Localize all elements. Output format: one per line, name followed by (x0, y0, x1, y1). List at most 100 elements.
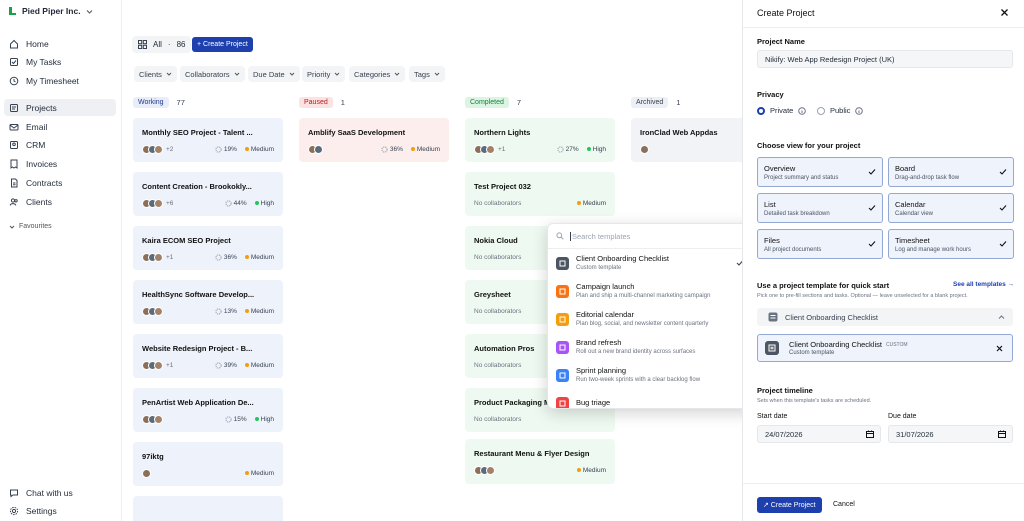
project-card[interactable]: Kaira ECOM SEO Project +1 36% Medium (133, 226, 283, 270)
timeline-label: Project timeline (757, 386, 813, 395)
project-card[interactable]: Test Project 032 No collaborators Medium (465, 172, 615, 216)
project-card[interactable]: Monthly SEO Project - Talent ... +2 19% Med… (133, 118, 283, 162)
search-icon (556, 232, 564, 240)
view-option-overview[interactable]: Overview Project summary and status (757, 157, 883, 187)
chevron-down-icon (434, 72, 440, 76)
filter-tags[interactable]: Tags (409, 66, 445, 82)
sidebar: Pied Piper Inc. Home My Tasks My Timeshe… (0, 0, 122, 521)
view-option-files[interactable]: Files All project documents (757, 229, 883, 259)
privacy-private-radio[interactable]: Private (757, 106, 807, 115)
progress-ring-icon (225, 415, 232, 423)
sidebar-item-settings[interactable]: Settings (4, 502, 116, 519)
template-option-description: Plan and ship a multi-channel marketing … (576, 292, 711, 299)
more-collaborators-count: +2 (166, 145, 174, 153)
project-card[interactable]: Content Creation - Brookokly... +6 44% High (133, 172, 283, 216)
view-option-timesheet[interactable]: Timesheet Log and manage work hours (888, 229, 1014, 259)
project-card-meta: +1 39% Medium (142, 360, 274, 370)
filter-clients[interactable]: Clients (134, 66, 177, 82)
template-search-input[interactable]: Search templates (548, 224, 756, 249)
view-option-title: Overview (764, 164, 796, 173)
sidebar-item-label: Clients (26, 196, 52, 207)
view-option-list[interactable]: List Detailed task breakdown (757, 193, 883, 223)
filter-label: Due Date (253, 69, 285, 79)
sidebar-item-home[interactable]: Home (4, 35, 116, 52)
filter-due-date[interactable]: Due Date (248, 66, 300, 82)
see-all-templates-link[interactable]: See all templates → (953, 281, 1014, 288)
project-card[interactable]: HealthSync Software Develop... 13% Medium (133, 280, 283, 324)
project-card[interactable]: Amblify SaaS Development 36% Medium (299, 118, 449, 162)
view-option-description: Drag-and-drop task flow (895, 175, 960, 181)
due-date-input[interactable]: 31/07/2026 (888, 425, 1013, 443)
chat-with-us-button[interactable]: Chat with us (4, 484, 116, 501)
org-switcher[interactable]: Pied Piper Inc. (8, 6, 93, 16)
template-option-title: Campaign launch (576, 281, 635, 291)
view-option-calendar[interactable]: Calendar Calendar view (888, 193, 1014, 223)
more-collaborators-count: +1 (166, 253, 174, 261)
favourites-toggle[interactable]: Favourites (9, 223, 52, 230)
project-card[interactable] (133, 496, 283, 521)
template-glyph-icon (559, 400, 566, 406)
filter-collaborators[interactable]: Collaborators (180, 66, 245, 82)
column-header-completed: Completed 7 (465, 97, 521, 108)
footer-divider (743, 483, 1024, 484)
priority-dot-icon (576, 201, 581, 205)
project-card-meta: +6 44% High (142, 198, 274, 208)
privacy-public-radio[interactable]: Public (817, 106, 864, 115)
create-project-submit-label: ↗ Create Project (763, 502, 816, 509)
template-option-client-onboarding-checklist[interactable]: Client Onboarding Checklist Custom templa… (548, 249, 756, 277)
template-glyph-icon (559, 372, 566, 378)
project-card[interactable]: PenArtist Web Application De... 15% High (133, 388, 283, 432)
view-choice-label: Choose view for your project (757, 141, 861, 150)
close-panel-button[interactable] (1000, 8, 1009, 17)
sidebar-item-my-timesheet[interactable]: My Timesheet (4, 72, 116, 89)
selected-template-card[interactable]: Client Onboarding Checklist CUSTOM Custo… (757, 334, 1013, 362)
sidebar-item-crm[interactable]: CRM (4, 136, 116, 153)
template-option-brand-refresh[interactable]: Brand refresh Roll out a new brand identi… (548, 333, 756, 361)
project-card[interactable]: Website Redesign Project - B... +1 39% Medi… (133, 334, 283, 378)
create-project-submit-button[interactable]: ↗ Create Project (757, 497, 822, 513)
project-card[interactable]: Restaurant Menu & Flyer Design Medium (465, 439, 615, 484)
project-card[interactable]: 97iktg Medium (133, 442, 283, 486)
column-count: 77 (176, 98, 185, 107)
no-collaborators-text: No collaborators (474, 253, 522, 261)
start-date-value: 24/07/2026 (765, 429, 803, 439)
sidebar-item-projects[interactable]: Projects (4, 99, 116, 116)
template-option-sprint-planning[interactable]: Sprint planning Run two-week sprints with… (548, 361, 756, 389)
sidebar-item-clients[interactable]: Clients (4, 193, 116, 210)
invoice-icon (10, 159, 18, 169)
filter-categories[interactable]: Categories (349, 66, 406, 82)
all-projects-filter[interactable]: All · 86 (132, 36, 192, 53)
cancel-button[interactable]: Cancel (833, 501, 855, 508)
chevron-down-icon (166, 72, 172, 76)
radio-unselected-icon (817, 106, 825, 115)
crm-icon (10, 140, 18, 149)
priority-indicator: Medium (244, 308, 274, 315)
progress-ring-icon (215, 145, 222, 153)
project-card-title: Restaurant Menu & Flyer Design (474, 449, 590, 458)
sidebar-item-contracts[interactable]: Contracts (4, 174, 116, 191)
view-option-board[interactable]: Board Drag-and-drop task flow (888, 157, 1014, 187)
create-project-button[interactable]: + Create Project (192, 37, 253, 52)
priority-dot-icon (410, 147, 415, 151)
project-name-input[interactable]: Nikify: Web App Redesign Project (UK) (757, 50, 1013, 68)
project-card[interactable]: Northern Lights +1 27% High (465, 118, 615, 162)
project-card-meta: +1 36% Medium (142, 252, 274, 262)
grid-icon (138, 40, 147, 49)
sidebar-item-my-tasks[interactable]: My Tasks (4, 53, 116, 70)
start-date-input[interactable]: 24/07/2026 (757, 425, 881, 443)
template-option-icon (556, 284, 569, 298)
template-option-editorial-calendar[interactable]: Editorial calendar Plan blog, social, and… (548, 305, 756, 333)
progress-percent: 27% (565, 145, 579, 153)
remove-template-button[interactable] (996, 345, 1003, 352)
calendar-icon (998, 430, 1006, 438)
sidebar-item-invoices[interactable]: Invoices (4, 155, 116, 172)
template-option-campaign-launch[interactable]: Campaign launch Plan and ship a multi-cha… (548, 277, 756, 305)
chat-label: Chat with us (26, 487, 73, 498)
sidebar-item-email[interactable]: Email (4, 118, 116, 135)
filter-priority[interactable]: Priority (302, 66, 346, 82)
template-select[interactable]: Client Onboarding Checklist (757, 308, 1013, 326)
sidebar-item-label: Contracts (26, 177, 63, 188)
project-card-title: Kaira ECOM SEO Project (142, 236, 231, 245)
template-option-bug-triage[interactable]: Bug triage (548, 389, 756, 408)
settings-label: Settings (26, 505, 57, 516)
